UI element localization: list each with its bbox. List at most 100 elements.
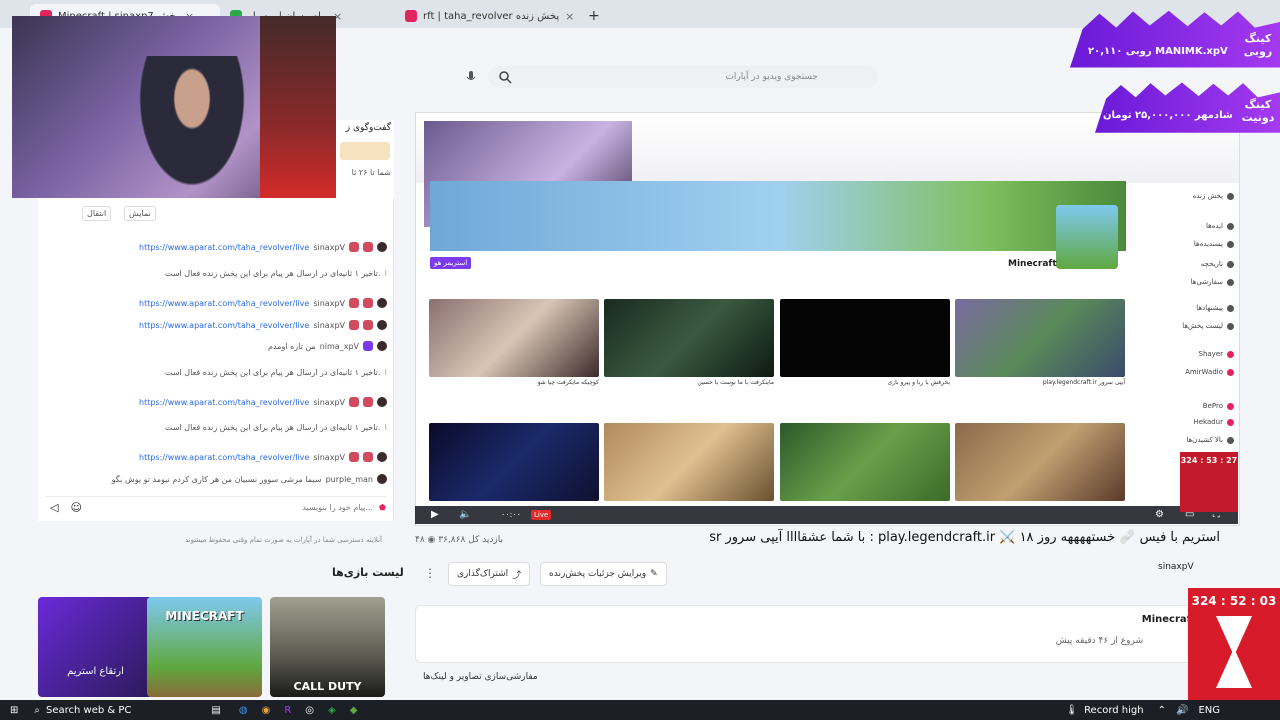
video-player[interactable]: Minecraft استریمر هو کوچیکه مایکرفت چیا … — [415, 112, 1240, 526]
sidebar-item[interactable]: ایده‌ها — [1206, 222, 1234, 230]
chat-text: من تازه اومدم — [268, 341, 316, 351]
app-r-icon[interactable]: R — [284, 705, 291, 716]
subscriber-badge-icon — [349, 452, 359, 462]
avatar — [1227, 418, 1234, 426]
chat-link[interactable]: https://www.aparat.com/taha_revolver/liv… — [139, 299, 309, 308]
video-thumbnail[interactable] — [604, 423, 774, 501]
chat-username[interactable]: sinaxpV — [313, 321, 345, 330]
subscriber-badge-icon — [349, 242, 359, 252]
game-card-minecraft[interactable]: MINECRAFT — [147, 597, 262, 697]
sidebar-channel[interactable]: Shayer — [1199, 350, 1234, 358]
game-card-label: CALL DUTY — [293, 680, 362, 693]
taskbar-search[interactable]: ⌕ Search web & PC — [34, 705, 131, 716]
edit-stream-label: ویرایش جزئیات پخش‌زنده — [549, 569, 647, 579]
chat-username[interactable]: purple_man — [326, 475, 373, 484]
more-options-icon[interactable]: ⋮ — [424, 566, 436, 580]
edge-icon[interactable]: ◍ — [239, 705, 248, 716]
search-icon: ⌕ — [34, 704, 40, 716]
obs-icon[interactable]: ◎ — [305, 705, 314, 716]
sidebar-item[interactable]: پخش زنده — [1193, 192, 1234, 200]
chat-message: https://www.aparat.com/taha_revolver/liv… — [139, 242, 387, 252]
new-tab-button[interactable]: + — [578, 4, 618, 28]
chat-username[interactable]: sinaxpV — [313, 453, 345, 462]
send-icon[interactable]: ◁ — [50, 501, 58, 514]
game-card-label: MINECRAFT — [165, 609, 244, 623]
sidebar-channel[interactable]: Hekadur — [1193, 418, 1234, 426]
sidebar-label: پیشنهادها — [1196, 304, 1223, 312]
sidebar-item[interactable]: لیست پخش‌ها — [1182, 322, 1234, 330]
video-thumbnail[interactable] — [429, 299, 599, 377]
video-thumbnail[interactable] — [429, 423, 599, 501]
tab-taha-revolver[interactable]: rft | taha_revolver پخش زنده × — [395, 4, 595, 28]
streamer-tag[interactable]: استریمر هو — [430, 257, 472, 269]
game-label[interactable]: Minecraft — [1008, 259, 1057, 269]
live-badge: Live — [531, 510, 552, 520]
chat-username[interactable]: sinaxpV — [313, 398, 345, 407]
sidebar-item[interactable]: پسندیده‌ها — [1194, 240, 1234, 248]
thumbnail-caption: play.legendcraft.ir آیپی سرور — [1042, 379, 1125, 386]
language-indicator[interactable]: ENG — [1198, 705, 1220, 716]
player-controls: ▶ 🔈 ۰۰:۰۰ Live ⚙ ▭ ⛶ — [415, 506, 1238, 524]
volume-icon[interactable]: 🔈 — [459, 509, 471, 520]
filter-button-show[interactable]: نمایش — [124, 206, 156, 221]
video-thumbnail[interactable] — [955, 299, 1125, 377]
video-thumbnail[interactable] — [780, 299, 950, 377]
chevron-up-icon[interactable]: ⌃ — [1158, 705, 1166, 716]
chat-link[interactable]: https://www.aparat.com/taha_revolver/liv… — [139, 243, 309, 252]
video-thumbnail[interactable] — [955, 423, 1125, 501]
volume-icon[interactable]: 🔊 — [1176, 705, 1188, 716]
game-card-cod[interactable]: CALL DUTY — [270, 597, 385, 697]
stream-stats: بازدید کل ۳۶,۸۶۸ ◉ ۴۸ — [415, 535, 503, 545]
chat-username[interactable]: sinaxpV — [313, 243, 345, 252]
moderator-badge-icon — [363, 242, 373, 252]
chat-input[interactable]: پیام خود را بنویسید... ⬟ — [302, 503, 386, 512]
sidebar-item[interactable]: پیشنهادها — [1196, 304, 1234, 312]
game-card-promo[interactable]: ارتقاع استریم — [38, 597, 153, 697]
video-thumbnail[interactable] — [780, 423, 950, 501]
sidebar-channel[interactable]: BePro — [1203, 402, 1234, 410]
chat-username[interactable]: nima_xpV — [320, 342, 359, 351]
weather-widget[interactable]: 🌡 Record high — [1065, 705, 1143, 716]
menu-icon — [1227, 322, 1234, 330]
filter-button-transfer[interactable]: انتقال — [82, 206, 112, 221]
subscriber-badge-icon — [349, 397, 359, 407]
minecraft-icon[interactable]: ◆ — [350, 705, 358, 716]
close-icon[interactable]: × — [565, 10, 574, 23]
channel-name[interactable]: sinaxpV — [1158, 562, 1194, 572]
chat-username[interactable]: sinaxpV — [313, 299, 345, 308]
microphone-icon[interactable] — [464, 70, 478, 84]
share-button[interactable]: اشتراک‌گذاری ⤴ — [448, 562, 531, 586]
sidebar-label: پخش زنده — [1192, 192, 1223, 200]
edit-stream-button[interactable]: ویرایش جزئیات پخش‌زنده ✎ — [540, 562, 667, 586]
tab-label: rft | taha_revolver پخش زنده — [423, 10, 560, 22]
chrome-icon[interactable]: ◉ — [262, 705, 271, 716]
app-green-icon[interactable]: ◈ — [328, 705, 336, 716]
chat-link[interactable]: https://www.aparat.com/taha_revolver/liv… — [139, 453, 309, 462]
chat-title: گفت‌وگوی ز — [345, 123, 391, 133]
task-view-icon[interactable]: ▤ — [211, 705, 220, 716]
minecraft-banner — [430, 181, 1126, 251]
sidebar-item[interactable]: بالا کشیدن‌ها — [1186, 436, 1234, 444]
windows-start-icon[interactable]: ⊞ — [10, 705, 18, 716]
category-name[interactable]: Minecraf — [1142, 614, 1191, 625]
sidebar-label: بالا کشیدن‌ها — [1186, 436, 1223, 444]
share-label: اشتراک‌گذاری — [457, 569, 509, 579]
play-icon[interactable]: ▶ — [431, 509, 439, 520]
chat-link[interactable]: https://www.aparat.com/taha_revolver/liv… — [139, 398, 309, 407]
sidebar-item[interactable]: تاریخچه — [1201, 260, 1234, 268]
info-icon: ⁝ — [384, 423, 387, 432]
search-icon[interactable] — [498, 70, 512, 84]
emoji-icon[interactable]: ☺ — [70, 501, 81, 514]
avatar — [377, 242, 387, 252]
donation-label: کینگ روبی — [1243, 32, 1273, 58]
search-input[interactable]: جستجوی ویدیو در آپارات — [488, 66, 878, 88]
sidebar-channel[interactable]: AmirWadio — [1185, 368, 1234, 376]
video-thumbnail[interactable] — [604, 299, 774, 377]
settings-icon[interactable]: ⚙ — [1155, 509, 1164, 520]
chat-system-message: تاخیر ۱ ثانیه‌ای در ارسال هر پیام برای ا… — [165, 269, 387, 278]
sidebar-label: تاریخچه — [1200, 260, 1223, 268]
chat-message: https://www.aparat.com/taha_revolver/liv… — [139, 298, 387, 308]
chat-link[interactable]: https://www.aparat.com/taha_revolver/liv… — [139, 321, 309, 330]
sidebar-item[interactable]: سفارشی‌ها — [1191, 278, 1234, 286]
customize-link[interactable]: مفارشی‌سازی تصاویر و لینک‌ها — [415, 666, 546, 688]
